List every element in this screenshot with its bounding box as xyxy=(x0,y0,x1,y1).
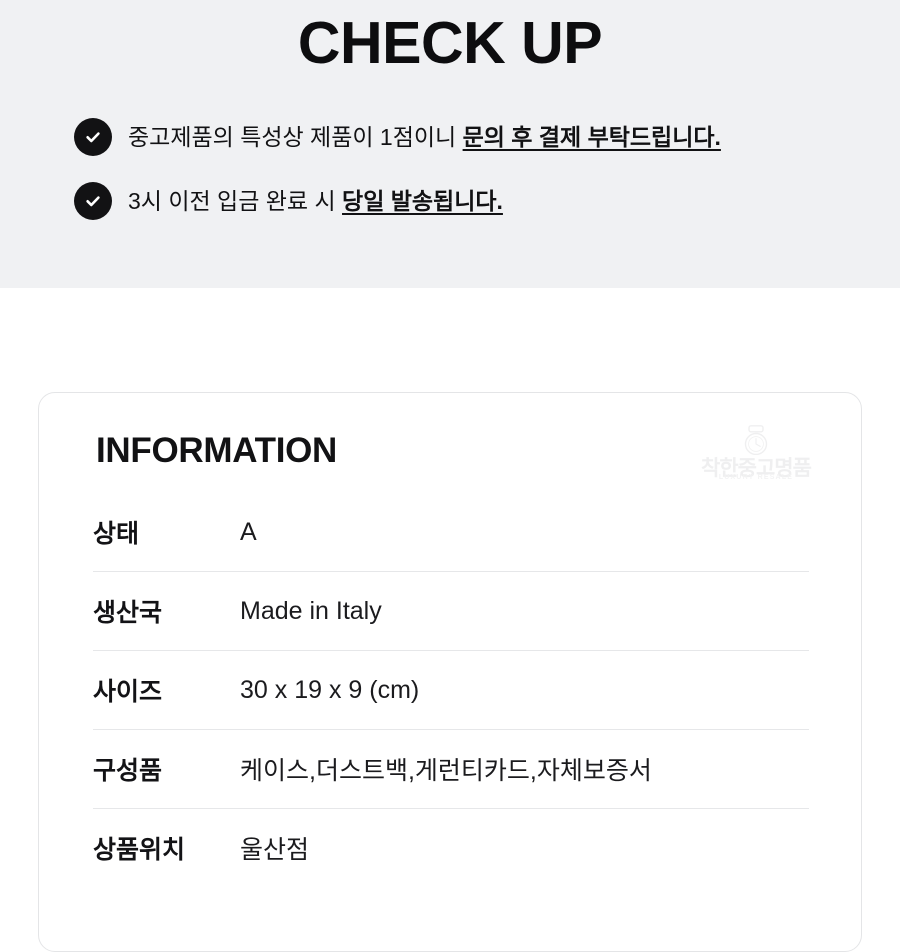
checkup-item-emphasis: 문의 후 결제 부탁드립니다. xyxy=(462,124,721,150)
spec-label: 상품위치 xyxy=(93,836,186,864)
checkup-list: 중고제품의 특성상 제품이 1점이니 문의 후 결제 부탁드립니다. 3시 이전… xyxy=(74,118,874,246)
checkup-item-plain: 3시 이전 입금 완료 시 xyxy=(128,188,343,214)
check-circle-icon xyxy=(74,118,112,156)
table-row: 구성품 케이스,더스트백,게런티카드,자체보증서 xyxy=(93,729,809,808)
page-title: CHECK UP xyxy=(297,10,603,76)
checkup-item-plain: 중고제품의 특성상 제품이 1점이니 xyxy=(128,124,463,150)
table-row: 상품위치 울산점 xyxy=(93,808,809,887)
table-row: 사이즈 30 x 19 x 9 (cm) xyxy=(93,650,809,729)
check-circle-icon xyxy=(74,182,112,220)
spec-value: 30 x 19 x 9 (cm) xyxy=(240,675,420,704)
checkup-item-emphasis: 당일 발송됩니다. xyxy=(342,188,503,214)
brand-subtitle: LUXURY RESALE xyxy=(718,474,794,481)
watch-icon xyxy=(733,425,779,460)
checkup-section: CHECK UP 중고제품의 특성상 제품이 1점이니 문의 후 결제 부탁드립… xyxy=(0,0,900,288)
spec-label: 구성품 xyxy=(93,757,163,785)
list-item: 중고제품의 특성상 제품이 1점이니 문의 후 결제 부탁드립니다. xyxy=(74,118,874,156)
table-row: 생산국 Made in Italy xyxy=(93,571,809,650)
spec-value: A xyxy=(240,517,257,546)
information-card: INFORMATION 착한중고명품 LUXURY RESALE 상태 A 생산… xyxy=(38,392,862,952)
spec-value: 울산점 xyxy=(240,836,310,864)
table-row: 상태 A xyxy=(93,493,809,571)
spec-value: Made in Italy xyxy=(240,596,382,625)
information-heading: INFORMATION xyxy=(96,431,338,470)
spec-label: 생산국 xyxy=(93,599,163,627)
brand-watermark: 착한중고명품 LUXURY RESALE xyxy=(693,425,819,487)
spec-label: 사이즈 xyxy=(93,678,163,706)
spec-label: 상태 xyxy=(93,520,140,548)
list-item: 3시 이전 입금 완료 시 당일 발송됩니다. xyxy=(74,182,874,220)
brand-name: 착한중고명품 xyxy=(701,457,812,480)
specification-table: 상태 A 생산국 Made in Italy 사이즈 30 x 19 x 9 (… xyxy=(39,493,863,887)
section-spacer xyxy=(0,288,900,392)
checkup-item-text: 중고제품의 특성상 제품이 1점이니 문의 후 결제 부탁드립니다. xyxy=(128,122,721,152)
spec-value: 케이스,더스트백,게런티카드,자체보증서 xyxy=(240,757,652,785)
checkup-item-text: 3시 이전 입금 완료 시 당일 발송됩니다. xyxy=(128,186,503,216)
